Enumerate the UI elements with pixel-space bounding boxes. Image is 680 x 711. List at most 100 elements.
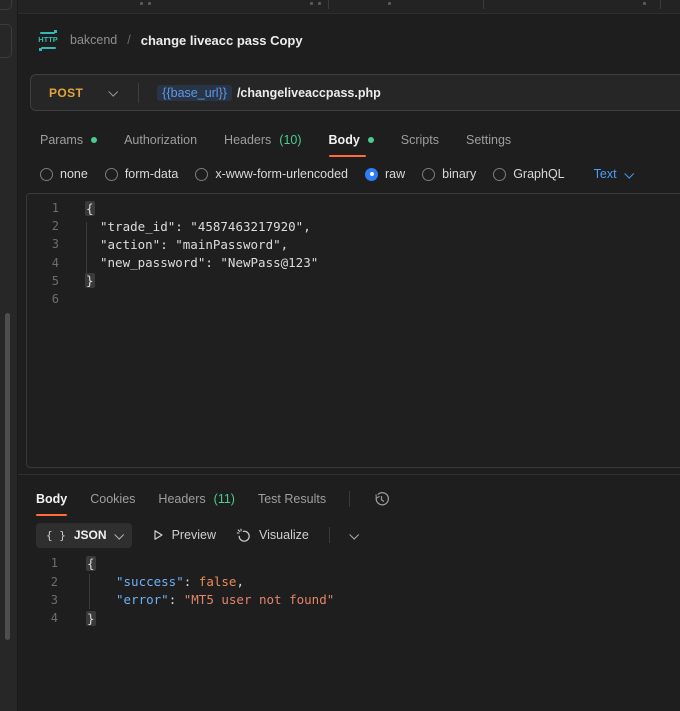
code-line: 4 }	[26, 609, 680, 627]
line-number: 4	[26, 611, 58, 625]
sidebar-button-partial[interactable]	[0, 24, 12, 58]
body-type-urlencoded[interactable]: x-www-form-urlencoded	[195, 167, 348, 181]
body-type-graphql-label: GraphQL	[513, 167, 564, 181]
tab-scripts-label: Scripts	[401, 133, 439, 147]
tab-separator	[660, 0, 661, 9]
code-text: "trade_id": "4587463217920",	[85, 219, 311, 234]
params-dot-badge	[91, 137, 97, 143]
divider	[329, 527, 330, 543]
tab-params-label: Params	[40, 133, 83, 147]
sidebar-edge	[0, 0, 18, 711]
play-icon	[152, 529, 164, 541]
json-punct: :	[169, 592, 184, 607]
code-line[interactable]: 6	[27, 290, 680, 308]
visualize-label: Visualize	[259, 528, 309, 542]
tab-headers[interactable]: Headers (10)	[224, 127, 301, 153]
line-number: 3	[26, 593, 58, 607]
tab-params[interactable]: Params	[40, 127, 97, 153]
radio-icon	[422, 168, 435, 181]
body-type-none[interactable]: none	[40, 167, 88, 181]
response-format-dropdown[interactable]: { } JSON	[36, 523, 132, 548]
body-dot-badge	[368, 137, 374, 143]
radio-icon	[493, 168, 506, 181]
divider	[349, 491, 350, 507]
response-toolbar: { } JSON Preview Visualize	[36, 522, 357, 548]
visualize-icon	[236, 528, 251, 543]
sidebar-button-partial[interactable]	[0, 0, 12, 10]
tab-remnant-icon	[388, 2, 391, 5]
chevron-down-icon[interactable]	[109, 87, 119, 97]
tab-headers-label: Headers	[224, 133, 271, 147]
body-type-none-label: none	[60, 167, 88, 181]
tab-body[interactable]: Body	[329, 127, 374, 153]
http-request-icon: HTTP	[36, 32, 60, 49]
code-line: 3 "error": "MT5 user not found"	[26, 591, 680, 609]
request-tabs: Params Authorization Headers (10) Body S…	[40, 127, 511, 153]
radio-icon	[195, 168, 208, 181]
response-tab-test-results-label: Test Results	[258, 492, 326, 506]
preview-button[interactable]: Preview	[152, 528, 216, 542]
body-type-form-data[interactable]: form-data	[105, 167, 179, 181]
code-line[interactable]: 1 {	[27, 199, 680, 217]
breadcrumb-collection[interactable]: bakcend	[70, 33, 117, 47]
tab-settings[interactable]: Settings	[466, 127, 511, 153]
line-number: 1	[26, 556, 58, 570]
tab-scripts[interactable]: Scripts	[401, 127, 439, 153]
tab-authorization[interactable]: Authorization	[124, 127, 197, 153]
radio-icon	[40, 168, 53, 181]
response-tab-cookies[interactable]: Cookies	[90, 486, 135, 512]
request-title[interactable]: change liveacc pass Copy	[141, 33, 303, 48]
tab-remnant-icon	[148, 2, 151, 5]
request-body-editor[interactable]: 1 { 2 "trade_id": "4587463217920", 3 "ac…	[26, 193, 680, 468]
workspace-tab-bar	[18, 0, 680, 14]
raw-format-dropdown[interactable]: Text	[594, 167, 632, 181]
line-number: 6	[27, 292, 59, 306]
line-number: 4	[27, 256, 59, 270]
response-tab-body[interactable]: Body	[36, 486, 67, 512]
response-body-viewer[interactable]: 1 { 2 "success": false, 3 "error": "MT5 …	[26, 554, 680, 628]
json-punct: :	[184, 574, 199, 589]
base-url-variable[interactable]: {{base_url}}	[157, 85, 232, 101]
response-tab-body-label: Body	[36, 492, 67, 506]
active-tab-underline	[36, 514, 67, 517]
response-tab-headers[interactable]: Headers (11)	[158, 486, 235, 512]
code-text: "action": "mainPassword",	[85, 237, 288, 252]
indent-guide	[89, 574, 90, 609]
method-selector[interactable]: POST	[49, 86, 83, 100]
body-type-graphql[interactable]: GraphQL	[493, 167, 564, 181]
response-format-label: JSON	[74, 528, 107, 542]
url-path-input[interactable]: /changeliveaccpass.php	[237, 86, 381, 100]
visualize-button[interactable]: Visualize	[236, 528, 309, 543]
response-tabs: Body Cookies Headers (11) Test Results	[36, 488, 390, 510]
line-number: 1	[27, 201, 59, 215]
code-line[interactable]: 3 "action": "mainPassword",	[27, 235, 680, 253]
radio-icon	[105, 168, 118, 181]
vertical-scrollbar-thumb[interactable]	[5, 313, 10, 640]
json-key: "success"	[116, 574, 184, 589]
tab-authorization-label: Authorization	[124, 133, 197, 147]
json-boolean-value: false	[199, 574, 237, 589]
raw-format-label: Text	[594, 167, 617, 181]
body-type-raw[interactable]: raw	[365, 167, 405, 181]
tab-remnant-icon	[310, 2, 313, 5]
code-line[interactable]: 2 "trade_id": "4587463217920",	[27, 217, 680, 235]
response-tab-test-results[interactable]: Test Results	[258, 486, 326, 512]
json-braces-icon: { }	[46, 529, 66, 542]
line-number: 2	[26, 575, 58, 589]
breadcrumb-separator: /	[127, 33, 130, 47]
code-line[interactable]: 4 "new_password": "NewPass@123"	[27, 254, 680, 272]
tab-separator	[483, 0, 484, 9]
history-icon[interactable]	[373, 491, 390, 508]
tab-separator	[328, 0, 329, 9]
response-tab-cookies-label: Cookies	[90, 492, 135, 506]
tab-remnant-icon	[318, 2, 321, 5]
breadcrumb: HTTP bakcend / change liveacc pass Copy	[36, 28, 303, 52]
body-type-form-data-label: form-data	[125, 167, 179, 181]
body-type-binary[interactable]: binary	[422, 167, 476, 181]
code-line[interactable]: 5 }	[27, 272, 680, 290]
json-string-value: "MT5 user not found"	[184, 592, 335, 607]
divider	[138, 83, 139, 103]
headers-count-badge: (10)	[279, 133, 301, 147]
tab-settings-label: Settings	[466, 133, 511, 147]
code-text: }	[85, 273, 95, 288]
